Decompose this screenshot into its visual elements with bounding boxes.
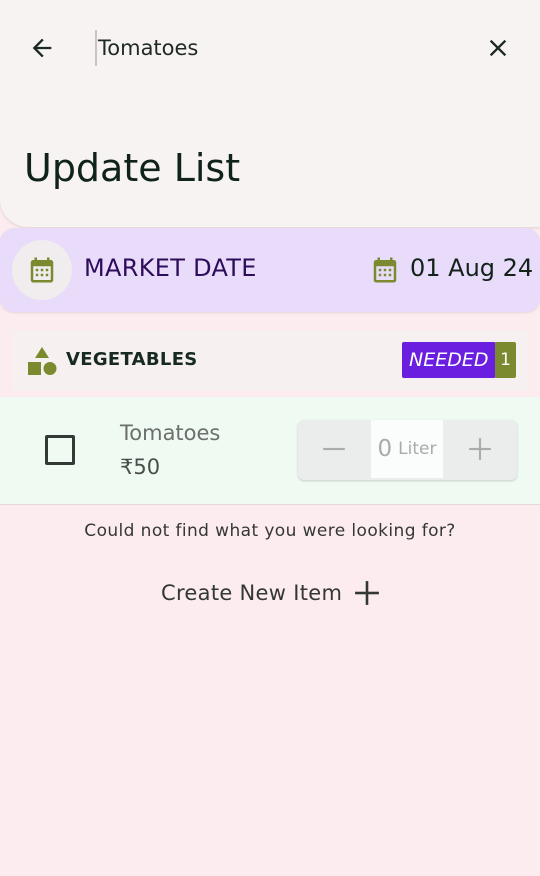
decrement-button[interactable] xyxy=(298,420,370,478)
item-price: ₹50 xyxy=(120,455,161,479)
back-button[interactable] xyxy=(24,30,60,66)
plus-icon xyxy=(355,581,380,605)
plus-icon xyxy=(469,438,491,460)
list-item: Tomatoes ₹50 0 Liter xyxy=(0,397,540,505)
search-input-value: Tomatoes xyxy=(98,36,199,60)
minus-icon xyxy=(323,447,345,451)
calendar-icon xyxy=(30,257,54,283)
text-cursor xyxy=(95,30,97,66)
quantity-stepper: 0 Liter xyxy=(298,420,517,480)
item-checkbox[interactable] xyxy=(45,435,75,465)
count-badge: 1 xyxy=(495,342,516,378)
increment-button[interactable] xyxy=(444,420,516,478)
item-name: Tomatoes xyxy=(120,421,221,445)
clear-search-button[interactable] xyxy=(480,30,516,66)
create-new-item-label: Create New Item xyxy=(161,581,343,605)
arrow-left-icon xyxy=(32,38,52,58)
quantity-unit: Liter xyxy=(398,439,437,459)
category-header: VEGETABLES NEEDED 1 xyxy=(12,331,528,391)
quantity-field[interactable]: 0 Liter xyxy=(371,420,443,478)
page-title: Update List xyxy=(24,146,241,190)
search-input[interactable]: Tomatoes xyxy=(95,28,455,68)
not-found-message: Could not find what you were looking for… xyxy=(84,521,456,541)
date-calendar-icon xyxy=(370,254,400,291)
market-date-value[interactable]: 01 Aug 24 xyxy=(410,254,533,282)
shapes-icon xyxy=(26,345,58,382)
category-name: VEGETABLES xyxy=(66,349,198,370)
market-calendar-button[interactable] xyxy=(12,240,72,300)
create-new-item-button[interactable]: Create New Item xyxy=(155,570,386,616)
quantity-value: 0 xyxy=(377,436,393,462)
top-app-bar: Tomatoes Update List xyxy=(0,0,540,227)
market-date-label: MARKET DATE xyxy=(84,254,257,282)
close-icon xyxy=(489,39,507,57)
needed-badge: NEEDED xyxy=(402,342,496,378)
